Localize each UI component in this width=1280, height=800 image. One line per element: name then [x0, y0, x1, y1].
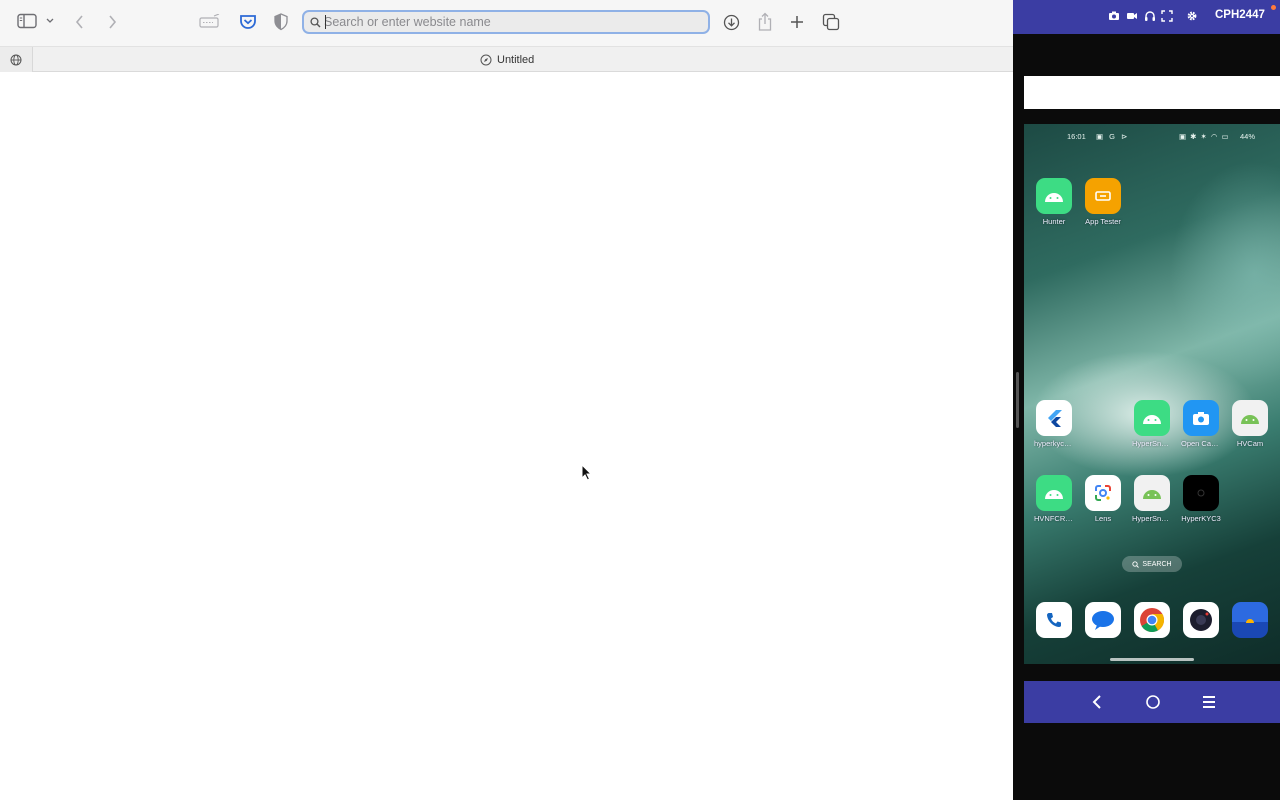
device-name: CPH2447: [1215, 9, 1265, 21]
record-video-icon[interactable]: [1126, 10, 1138, 22]
camera-icon: [1183, 400, 1219, 436]
home-search-button[interactable]: SEARCH: [1122, 556, 1182, 572]
pocket-icon[interactable]: [239, 13, 257, 31]
notification-dot: [1271, 5, 1276, 10]
app-lens[interactable]: Lens: [1083, 475, 1123, 523]
dock-photos[interactable]: [1230, 602, 1270, 638]
headphones-icon[interactable]: [1144, 10, 1156, 22]
app-tester-icon: [1085, 178, 1121, 214]
app-hypersnap-2[interactable]: HyperSnap...: [1132, 475, 1172, 523]
fullscreen-icon[interactable]: [1161, 10, 1173, 22]
resize-handle[interactable]: [1016, 372, 1019, 428]
android-icon: [1232, 400, 1268, 436]
photos-app-icon: [1232, 602, 1268, 638]
nav-back-icon[interactable]: [1090, 693, 1104, 711]
android-icon: [1134, 400, 1170, 436]
camera-app-icon: [1183, 602, 1219, 638]
phone-screen[interactable]: 16:01 ▣ G ⊳ ▣ ✱ ✶ ◠ ▭ 44% Hunter App Tes…: [1024, 124, 1280, 664]
app-hunter[interactable]: Hunter: [1034, 178, 1074, 226]
safari-window: Untitled: [0, 0, 1013, 800]
status-time: 16:01: [1067, 132, 1086, 141]
chevron-down-icon[interactable]: [45, 17, 55, 25]
battery-level: 44%: [1240, 132, 1256, 141]
app-hyperkyc-flutter[interactable]: hyperkyc_fl...: [1034, 400, 1074, 448]
flutter-icon: [1036, 400, 1072, 436]
hyperkyc-icon: [1183, 475, 1219, 511]
tab-title: Untitled: [497, 53, 535, 66]
screenshot-icon[interactable]: [1108, 10, 1120, 22]
sidebar-toggle-icon[interactable]: [17, 13, 37, 29]
tab-bar: Untitled: [0, 46, 1013, 72]
android-icon: [1036, 475, 1072, 511]
gesture-home-indicator[interactable]: [1110, 658, 1194, 661]
messages-app-icon: [1085, 602, 1121, 638]
dock-camera[interactable]: [1181, 602, 1221, 638]
tab-pinned[interactable]: [0, 47, 33, 72]
tab-overview-icon[interactable]: [822, 13, 840, 31]
app-hvnfcreader[interactable]: HVNFCRe...: [1034, 475, 1074, 523]
dock-phone[interactable]: [1034, 602, 1074, 638]
dock-chrome[interactable]: [1132, 602, 1172, 638]
compass-icon: [480, 54, 492, 65]
downloads-icon[interactable]: [723, 14, 740, 31]
address-input[interactable]: [324, 14, 694, 30]
nav-home-icon[interactable]: [1144, 693, 1162, 711]
globe-icon: [10, 54, 22, 65]
app-open-camera[interactable]: Open Cam...: [1181, 400, 1221, 448]
mirror-title-bar: CPH2447: [1013, 0, 1280, 34]
android-icon: [1036, 178, 1072, 214]
reader-icon[interactable]: [199, 14, 221, 30]
dock-messages[interactable]: [1083, 602, 1123, 638]
search-icon: [310, 17, 321, 28]
forward-icon[interactable]: [106, 14, 118, 30]
status-right-icons: ▣ ✱ ✶ ◠ ▭: [1179, 132, 1230, 141]
app-app-tester[interactable]: App Tester: [1083, 178, 1123, 226]
mouse-cursor-icon: [581, 464, 593, 481]
mirror-blank-strip: [1024, 76, 1280, 109]
status-left-icons: ▣ G ⊳: [1096, 132, 1130, 141]
nav-menu-icon[interactable]: [1201, 693, 1217, 711]
share-icon[interactable]: [757, 12, 773, 32]
mirror-nav-bar: [1024, 681, 1280, 723]
settings-gear-icon[interactable]: [1186, 10, 1198, 22]
lens-icon: [1085, 475, 1121, 511]
back-icon[interactable]: [74, 14, 86, 30]
app-hvcam[interactable]: HVCam: [1230, 400, 1270, 448]
tab-untitled[interactable]: Untitled: [480, 47, 534, 72]
privacy-shield-icon[interactable]: [274, 13, 288, 31]
android-icon: [1134, 475, 1170, 511]
phone-app-icon: [1036, 602, 1072, 638]
toolbar: [0, 0, 1013, 46]
page-content[interactable]: [0, 72, 1013, 800]
search-icon: [1132, 560, 1140, 568]
chrome-app-icon: [1134, 602, 1170, 638]
app-hypersnap-1[interactable]: HyperSnap...: [1132, 400, 1172, 448]
text-caret: [325, 15, 326, 29]
new-tab-icon[interactable]: [789, 14, 805, 30]
app-hyperkyc3[interactable]: HyperKYC3: [1181, 475, 1221, 523]
phone-mirror-window: CPH2447 16:01 ▣ G ⊳ ▣ ✱ ✶ ◠ ▭ 44% Hunter…: [1013, 0, 1280, 800]
address-bar[interactable]: [302, 10, 710, 34]
